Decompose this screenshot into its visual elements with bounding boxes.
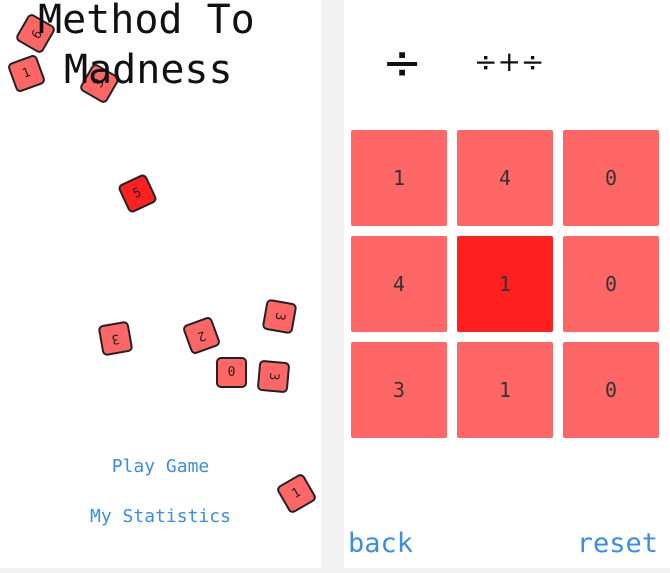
floating-number-tile: 5 <box>116 172 159 215</box>
floating-number-tile: 3 <box>97 320 134 357</box>
app-title-line-2: Madness <box>64 47 233 93</box>
floating-number-tile: 1 <box>6 53 47 94</box>
app-title-line-1: Method To <box>38 0 255 43</box>
grid-cell[interactable]: 0 <box>563 130 659 226</box>
reset-button[interactable]: reset <box>577 528 658 559</box>
grid-cell[interactable]: 3 <box>351 342 447 438</box>
grid-cell[interactable]: 1 <box>457 342 553 438</box>
grid-cell[interactable]: 0 <box>563 342 659 438</box>
game-board-screen: ÷ ÷+÷ 1 4 0 4 1 0 3 1 0 back reset <box>344 0 670 568</box>
floating-number-tile: 0 <box>216 357 247 388</box>
floating-number-tile: 2 <box>181 315 222 356</box>
grid-cell-selected[interactable]: 1 <box>457 236 553 332</box>
main-menu-screen: Method To Madness 9 1 3 5 3 3 2 0 3 1 Pl… <box>0 0 321 568</box>
current-operator-symbol: ÷ <box>382 35 423 91</box>
play-game-link[interactable]: Play Game <box>0 456 321 477</box>
floating-number-tile: 3 <box>256 359 291 394</box>
grid-cell[interactable]: 1 <box>351 130 447 226</box>
grid-cell[interactable]: 0 <box>563 236 659 332</box>
grid-cell[interactable]: 4 <box>351 236 447 332</box>
floating-number-tile: 3 <box>261 298 298 335</box>
operator-sequence: ÷+÷ <box>474 45 545 78</box>
back-button[interactable]: back <box>348 528 413 559</box>
grid-cell[interactable]: 4 <box>457 130 553 226</box>
my-statistics-link[interactable]: My Statistics <box>0 506 321 527</box>
